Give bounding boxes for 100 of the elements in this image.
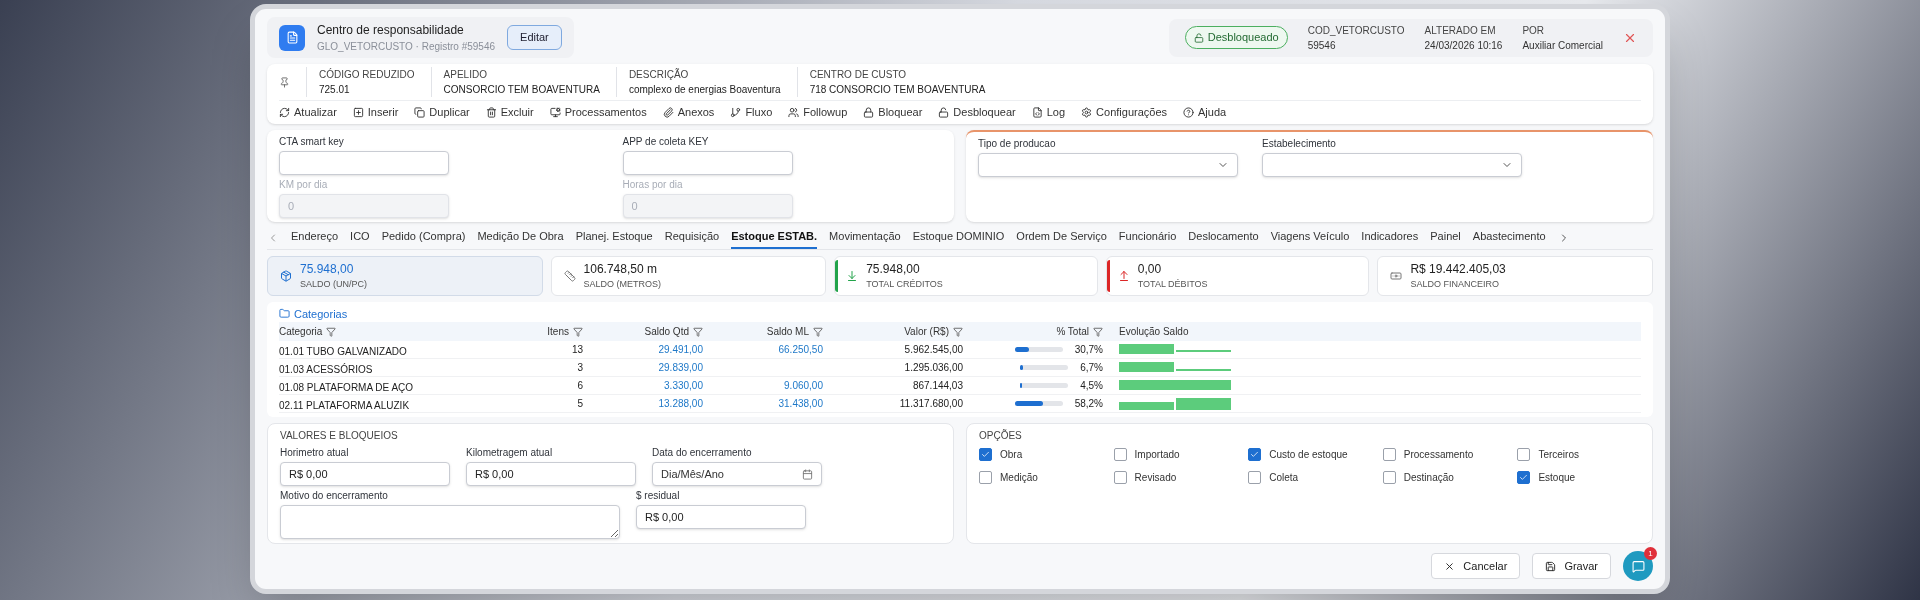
- branch-icon: [730, 106, 742, 118]
- table-cell: 01.08 PLATAFORMA DE AÇO: [279, 381, 414, 393]
- checkbox[interactable]: [1517, 448, 1531, 461]
- tab[interactable]: Indicadores: [1361, 227, 1419, 249]
- checkbox[interactable]: [1248, 471, 1262, 484]
- tab[interactable]: Viagens Veículo: [1270, 227, 1350, 249]
- checkbox[interactable]: [1113, 471, 1127, 484]
- toolbar-button[interactable]: Inserir: [352, 104, 399, 121]
- filter-icon[interactable]: [573, 326, 583, 337]
- categories-link[interactable]: Categorias: [279, 305, 348, 322]
- toolbar-button[interactable]: Atualizar: [279, 104, 337, 121]
- input-field[interactable]: R$ 0,00: [280, 462, 450, 486]
- chat-icon: [1631, 559, 1645, 573]
- tab[interactable]: Ordem De Serviço: [1016, 227, 1107, 249]
- checkbox[interactable]: [979, 471, 992, 484]
- toolbar-button[interactable]: Log: [1031, 104, 1066, 121]
- text-area[interactable]: [280, 505, 620, 539]
- checkbox[interactable]: [1248, 448, 1262, 461]
- copy-icon: [414, 106, 426, 118]
- filter-icon[interactable]: [693, 326, 703, 337]
- filter-icon[interactable]: [953, 326, 963, 337]
- filter-icon[interactable]: [1093, 326, 1103, 337]
- input-field[interactable]: [279, 150, 449, 175]
- column-header: % Total: [1056, 325, 1089, 339]
- stat-label: SALDO (METROS): [583, 278, 662, 291]
- stat-value: R$ 19.442.405,03: [1410, 261, 1506, 278]
- field-label: Kilometragem atual: [466, 446, 554, 460]
- filter-icon[interactable]: [326, 326, 337, 337]
- package-icon: [280, 269, 292, 282]
- tab[interactable]: Abastecimento: [1472, 227, 1546, 249]
- column-header: Itens: [547, 325, 569, 339]
- input-field[interactable]: R$ 0,00: [466, 462, 636, 486]
- toolbar-button[interactable]: Fluxo: [730, 104, 773, 121]
- table-cell-text: 66.250,50: [778, 343, 823, 357]
- date-field[interactable]: Dia/Mês/Ano: [652, 462, 822, 486]
- banknote-icon: [1390, 269, 1403, 282]
- meta-label: COD_VETORCUSTO: [1307, 23, 1405, 38]
- select-field[interactable]: [1262, 152, 1522, 177]
- table-cell-text: 5.962.545,00: [904, 343, 963, 357]
- chat-button[interactable]: [1623, 551, 1653, 581]
- document-icon: [279, 24, 305, 51]
- checkbox-label: Custo de estoque: [1269, 448, 1348, 462]
- tab[interactable]: Estoque DOMINIO: [912, 227, 1005, 249]
- save-button[interactable]: Gravar: [1532, 552, 1611, 580]
- toolbar-button[interactable]: Followup: [788, 104, 848, 121]
- checkbox-label: Revisado: [1134, 471, 1177, 485]
- filter-icon[interactable]: [813, 326, 823, 337]
- toolbar-button[interactable]: Desbloquear: [938, 104, 1016, 121]
- toolbar-button[interactable]: Ajuda: [1183, 104, 1227, 121]
- field-label: Estabelecimento: [1262, 136, 1337, 151]
- meta-value: Auxiliar Comercial: [1522, 38, 1603, 53]
- tab[interactable]: Deslocamento: [1188, 227, 1259, 249]
- stat-value: 106.748,50 m: [583, 261, 658, 278]
- info-value: 725.01: [319, 83, 351, 97]
- checkbox[interactable]: [1113, 448, 1127, 461]
- tab[interactable]: Requisição: [664, 227, 720, 249]
- tab[interactable]: Estoque ESTAB.: [731, 227, 818, 249]
- toolbar-button[interactable]: Duplicar: [414, 104, 470, 121]
- settings-icon: [1081, 106, 1093, 118]
- table-cell-text: 13: [571, 343, 583, 357]
- checkbox[interactable]: [1382, 471, 1396, 484]
- tab[interactable]: Painel: [1430, 227, 1461, 249]
- toolbar-button[interactable]: Bloquear: [863, 104, 923, 121]
- check-icon: [1250, 450, 1260, 459]
- tab[interactable]: Funcionário: [1118, 227, 1177, 249]
- checkbox[interactable]: [979, 448, 992, 461]
- edit-button[interactable]: Editar: [507, 25, 562, 50]
- toolbar-button[interactable]: Anexos: [662, 104, 715, 121]
- tab[interactable]: Planej. Estoque: [575, 227, 653, 249]
- table-cell: 02.11 PLATAFORMA ALUZIK: [279, 399, 410, 411]
- cancel-button[interactable]: Cancelar: [1431, 552, 1521, 580]
- toolbar-button[interactable]: Processamentos: [549, 104, 647, 121]
- select-field[interactable]: [978, 152, 1238, 177]
- file-icon: [1031, 106, 1043, 118]
- column-header: Evolução Saldo: [1119, 325, 1189, 339]
- paperclip-icon: [662, 106, 674, 118]
- ruler-icon: [563, 269, 576, 282]
- status-badge: Desbloqueado: [1184, 26, 1288, 49]
- input-field[interactable]: [622, 150, 793, 175]
- field-label: $ residual: [636, 489, 681, 503]
- tab[interactable]: Movimentação: [829, 227, 901, 249]
- toolbar-button[interactable]: Excluir: [485, 104, 534, 121]
- download-arrow-icon: [846, 269, 859, 282]
- toolbar-button[interactable]: Configurações: [1081, 104, 1168, 121]
- tab[interactable]: ICO: [350, 227, 370, 249]
- meta-label: POR: [1522, 23, 1546, 38]
- table-cell-text: 9.060,00: [784, 379, 823, 393]
- pin-icon[interactable]: [279, 76, 290, 88]
- checkbox-label: Coleta: [1269, 471, 1299, 485]
- help-icon: [1183, 106, 1195, 118]
- tab[interactable]: Medição De Obra: [477, 227, 564, 249]
- tab[interactable]: Pedido (Compra): [381, 227, 466, 249]
- checkbox[interactable]: [1382, 448, 1396, 461]
- monitor-icon: [549, 106, 561, 118]
- stat-value: 0,00: [1137, 261, 1163, 278]
- refresh-icon: [279, 106, 290, 118]
- checkbox[interactable]: [1517, 471, 1531, 484]
- tab[interactable]: Endereço: [291, 227, 339, 249]
- input-field[interactable]: R$ 0,00: [636, 505, 806, 529]
- check-icon: [981, 450, 990, 459]
